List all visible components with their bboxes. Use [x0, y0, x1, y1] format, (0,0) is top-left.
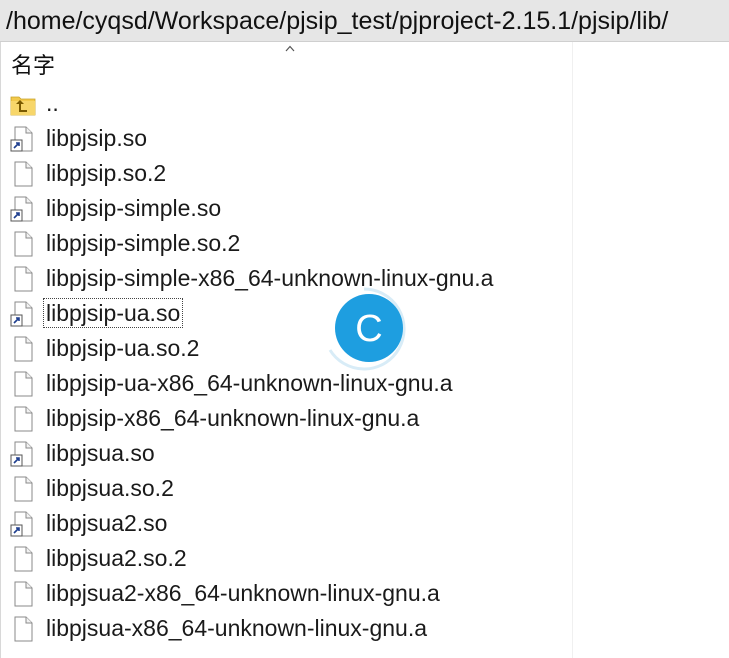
file-row[interactable]: libpjsua2.so.2 — [0, 541, 729, 576]
path-bar[interactable]: /home/cyqsd/Workspace/pjsip_test/pjproje… — [0, 0, 729, 42]
parent-folder-icon — [10, 91, 36, 117]
file-row[interactable]: .. — [0, 86, 729, 121]
file-name: libpjsip-ua.so.2 — [46, 335, 200, 361]
file-row[interactable]: libpjsua2.so — [0, 506, 729, 541]
file-icon — [10, 336, 36, 362]
file-name: libpjsip-simple.so.2 — [46, 230, 241, 256]
symlink-file-icon — [10, 511, 36, 537]
file-row[interactable]: libpjsua-x86_64-unknown-linux-gnu.a — [0, 611, 729, 646]
file-icon — [10, 546, 36, 572]
file-name: libpjsip.so.2 — [46, 160, 167, 186]
file-name: .. — [46, 90, 59, 116]
loading-spinner-icon: C — [328, 287, 406, 371]
file-row[interactable]: libpjsip-simple.so.2 — [0, 226, 729, 261]
file-icon — [10, 406, 36, 432]
file-name: libpjsip-ua.so — [42, 298, 184, 328]
symlink-file-icon — [10, 301, 36, 327]
name-column-header[interactable]: 名字 — [11, 48, 55, 80]
file-icon — [10, 161, 36, 187]
file-row[interactable]: libpjsip-x86_64-unknown-linux-gnu.a — [0, 401, 729, 436]
file-row[interactable]: libpjsip.so.2 — [0, 156, 729, 191]
file-name: libpjsua.so.2 — [46, 475, 174, 501]
file-row[interactable]: libpjsua.so — [0, 436, 729, 471]
file-name: libpjsip-simple-x86_64-unknown-linux-gnu… — [46, 265, 494, 291]
current-path: /home/cyqsd/Workspace/pjsip_test/pjproje… — [6, 7, 669, 35]
file-name: libpjsip-x86_64-unknown-linux-gnu.a — [46, 405, 420, 431]
file-name: libpjsua2.so.2 — [46, 545, 187, 571]
file-row[interactable]: libpjsip-simple.so — [0, 191, 729, 226]
file-row[interactable]: libpjsua.so.2 — [0, 471, 729, 506]
file-name: libpjsua.so — [46, 440, 155, 466]
file-icon — [10, 266, 36, 292]
file-name: libpjsua2-x86_64-unknown-linux-gnu.a — [46, 580, 440, 606]
file-row[interactable]: libpjsua2-x86_64-unknown-linux-gnu.a — [0, 576, 729, 611]
file-icon — [10, 476, 36, 502]
file-name: libpjsua2.so — [46, 510, 168, 536]
file-icon — [10, 231, 36, 257]
file-icon — [10, 616, 36, 642]
symlink-file-icon — [10, 196, 36, 222]
symlink-file-icon — [10, 441, 36, 467]
file-icon — [10, 371, 36, 397]
symlink-file-icon — [10, 126, 36, 152]
file-icon — [10, 581, 36, 607]
chevron-up-icon[interactable] — [285, 45, 295, 52]
file-name: libpjsip-ua-x86_64-unknown-linux-gnu.a — [46, 370, 453, 396]
loading-letter: C — [355, 308, 382, 350]
file-name: libpjsua-x86_64-unknown-linux-gnu.a — [46, 615, 428, 641]
file-row[interactable]: libpjsip.so — [0, 121, 729, 156]
file-name: libpjsip.so — [46, 125, 147, 151]
file-name: libpjsip-simple.so — [46, 195, 222, 221]
